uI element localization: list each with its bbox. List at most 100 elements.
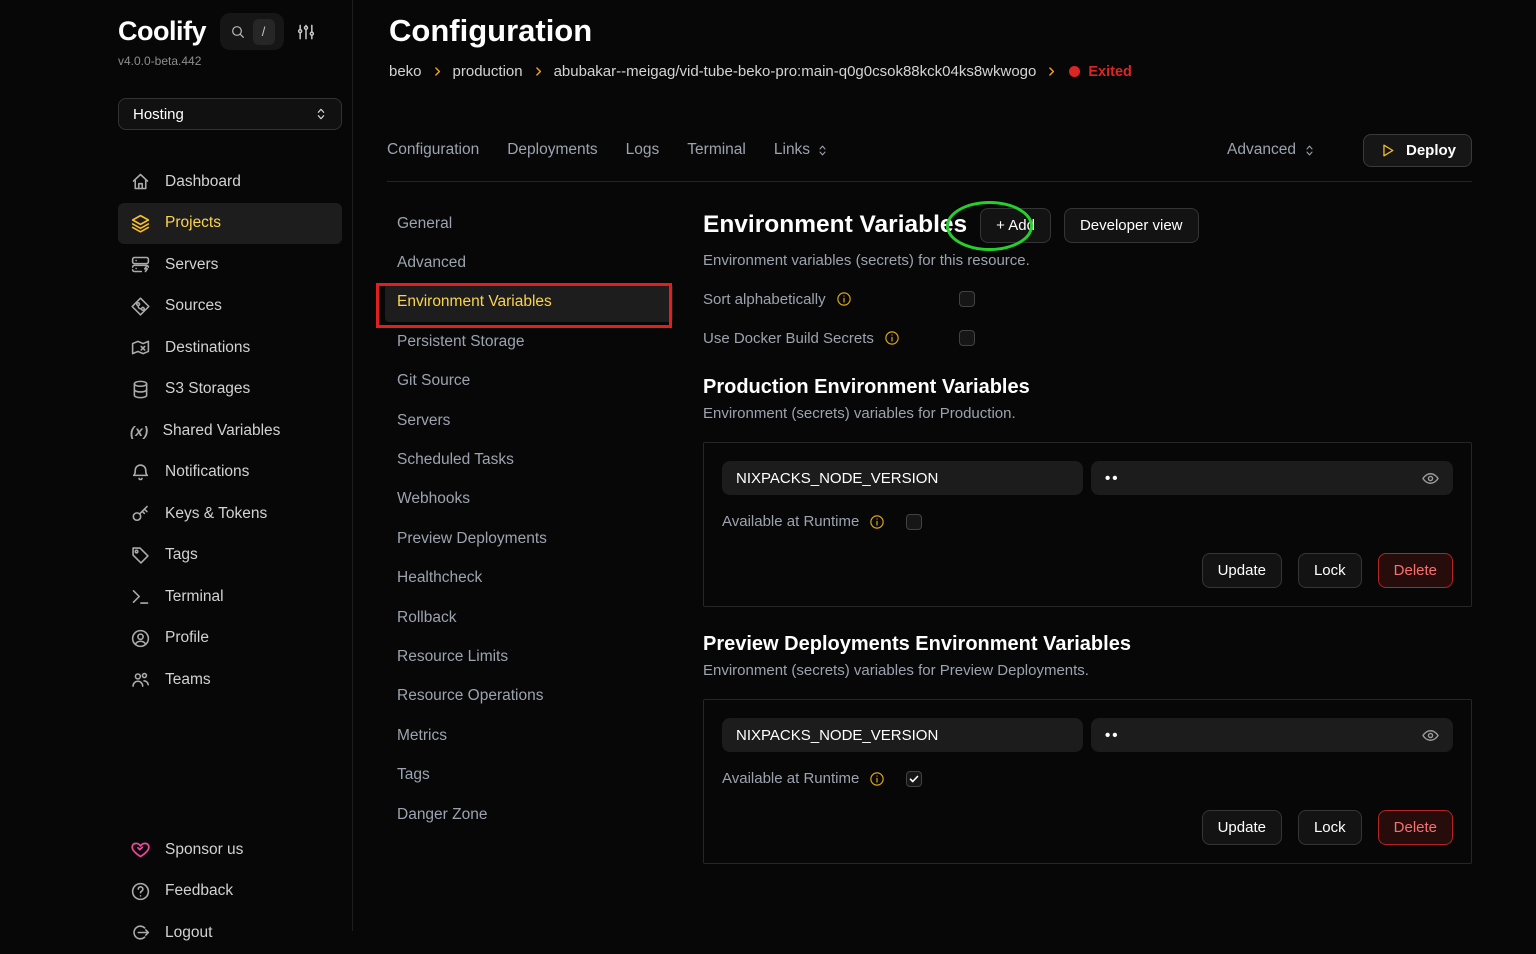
subnav-item-environment-variables[interactable]: Environment Variables xyxy=(385,283,673,322)
tab-links[interactable]: Links xyxy=(774,141,830,159)
sidebar-item-feedback[interactable]: Feedback xyxy=(118,871,342,913)
sidebar-footer-nav: Sponsor us Feedback Logout xyxy=(118,829,342,954)
subnav-item-general[interactable]: General xyxy=(385,204,673,243)
subnav-item-git-source[interactable]: Git Source xyxy=(385,362,673,401)
eye-icon[interactable] xyxy=(1421,726,1440,745)
tag-icon xyxy=(130,545,151,566)
variable-name-input[interactable] xyxy=(722,461,1083,495)
bell-icon xyxy=(130,462,151,483)
sidebar-item-s3-storages[interactable]: S3 Storages xyxy=(118,369,342,411)
sidebar-item-profile[interactable]: Profile xyxy=(118,618,342,660)
developer-view-button[interactable]: Developer view xyxy=(1064,208,1199,243)
sidebar-item-label: Projects xyxy=(165,214,221,232)
subnav-item-webhooks[interactable]: Webhooks xyxy=(385,480,673,519)
available-at-runtime-checkbox[interactable] xyxy=(906,514,922,530)
advanced-dropdown[interactable]: Advanced xyxy=(1227,141,1317,159)
tab-logs[interactable]: Logs xyxy=(626,141,660,159)
subnav-item-advanced[interactable]: Advanced xyxy=(385,243,673,282)
eye-icon[interactable] xyxy=(1421,469,1440,488)
sidebar: Coolify / v4.0.0-beta.442 Hosting Dashbo… xyxy=(0,0,353,931)
status-text: Exited xyxy=(1088,64,1132,80)
available-at-runtime-label: Available at Runtime xyxy=(722,770,859,787)
available-at-runtime-row: Available at Runtime xyxy=(722,770,1453,787)
map-icon xyxy=(130,337,151,358)
sidebar-item-sources[interactable]: Sources xyxy=(118,286,342,328)
subnav-item-healthcheck[interactable]: Healthcheck xyxy=(385,559,673,598)
sort-alphabetically-checkbox[interactable] xyxy=(959,291,975,307)
team-select-value: Hosting xyxy=(133,106,313,123)
preview-section-description: Environment (secrets) variables for Prev… xyxy=(703,662,1472,679)
subnav-item-danger-zone[interactable]: Danger Zone xyxy=(385,795,673,834)
sidebar-item-label: Logout xyxy=(165,924,212,942)
sidebar-item-projects[interactable]: Projects xyxy=(118,203,342,245)
subnav-item-rollback[interactable]: Rollback xyxy=(385,598,673,637)
subnav-item-resource-operations[interactable]: Resource Operations xyxy=(385,677,673,716)
breadcrumb-team[interactable]: beko xyxy=(389,63,422,80)
lock-button[interactable]: Lock xyxy=(1298,810,1362,845)
sidebar-item-label: Teams xyxy=(165,671,211,689)
subnav-item-persistent-storage[interactable]: Persistent Storage xyxy=(385,322,673,361)
subnav-item-tags[interactable]: Tags xyxy=(385,755,673,794)
sliders-icon xyxy=(296,22,316,42)
app-version: v4.0.0-beta.442 xyxy=(118,54,342,68)
docker-build-secrets-checkbox[interactable] xyxy=(959,330,975,346)
sidebar-item-destinations[interactable]: Destinations xyxy=(118,327,342,369)
terminal-icon xyxy=(130,586,151,607)
sidebar-item-keys-tokens[interactable]: Keys & Tokens xyxy=(118,493,342,535)
breadcrumb-resource[interactable]: abubakar--meigag/vid-tube-beko-pro:main-… xyxy=(554,63,1037,80)
sidebar-item-logout[interactable]: Logout xyxy=(118,912,342,954)
info-icon[interactable] xyxy=(836,291,852,307)
sidebar-item-shared-variables[interactable]: (x) Shared Variables xyxy=(118,410,342,452)
add-variable-button[interactable]: + Add xyxy=(980,208,1051,243)
play-icon xyxy=(1379,142,1396,159)
sidebar-item-tags[interactable]: Tags xyxy=(118,535,342,577)
section-description: Environment variables (secrets) for this… xyxy=(703,252,1472,269)
subnav-item-preview-deployments[interactable]: Preview Deployments xyxy=(385,519,673,558)
sidebar-item-terminal[interactable]: Terminal xyxy=(118,576,342,618)
tab-configuration[interactable]: Configuration xyxy=(387,141,479,159)
server-icon xyxy=(130,254,151,275)
tab-terminal[interactable]: Terminal xyxy=(687,141,746,159)
status-badge: Exited xyxy=(1069,64,1132,80)
tab-bar: Configuration Deployments Logs Terminal … xyxy=(387,132,1472,168)
subnav-item-scheduled-tasks[interactable]: Scheduled Tasks xyxy=(385,440,673,479)
update-button[interactable]: Update xyxy=(1202,553,1282,588)
sidebar-item-servers[interactable]: Servers xyxy=(118,244,342,286)
main-content: Environment Variables + Add Developer vi… xyxy=(703,204,1472,864)
chevron-up-down-icon xyxy=(313,106,329,122)
subnav-item-metrics[interactable]: Metrics xyxy=(385,716,673,755)
delete-button[interactable]: Delete xyxy=(1378,810,1453,845)
lock-button[interactable]: Lock xyxy=(1298,553,1362,588)
info-icon[interactable] xyxy=(869,771,885,787)
sort-alphabetically-label: Sort alphabetically xyxy=(703,291,826,308)
update-button[interactable]: Update xyxy=(1202,810,1282,845)
variable-name-input[interactable] xyxy=(722,718,1083,752)
sidebar-item-dashboard[interactable]: Dashboard xyxy=(118,161,342,203)
masked-value: •• xyxy=(1105,470,1120,487)
app-logo: Coolify xyxy=(118,16,206,47)
subnav-item-servers[interactable]: Servers xyxy=(385,401,673,440)
breadcrumb-environment[interactable]: production xyxy=(453,63,523,80)
team-select[interactable]: Hosting xyxy=(118,98,342,130)
git-icon xyxy=(130,296,151,317)
available-at-runtime-row: Available at Runtime xyxy=(722,513,1453,530)
delete-button[interactable]: Delete xyxy=(1378,553,1453,588)
deploy-button[interactable]: Deploy xyxy=(1363,134,1472,167)
variable-value-input[interactable]: •• xyxy=(1091,461,1453,495)
sidebar-item-sponsor[interactable]: Sponsor us xyxy=(118,829,342,871)
subnav-item-resource-limits[interactable]: Resource Limits xyxy=(385,637,673,676)
info-icon[interactable] xyxy=(884,330,900,346)
variable-value-input[interactable]: •• xyxy=(1091,718,1453,752)
settings-sliders-button[interactable] xyxy=(296,22,316,42)
info-icon[interactable] xyxy=(869,514,885,530)
sidebar-item-label: S3 Storages xyxy=(165,380,250,398)
sidebar-item-notifications[interactable]: Notifications xyxy=(118,452,342,494)
sidebar-item-teams[interactable]: Teams xyxy=(118,659,342,701)
status-dot-icon xyxy=(1069,66,1080,77)
available-at-runtime-checkbox[interactable] xyxy=(906,771,922,787)
chevron-up-down-icon xyxy=(815,143,830,158)
sidebar-item-label: Feedback xyxy=(165,882,233,900)
layers-icon xyxy=(130,213,151,234)
global-search-button[interactable]: / xyxy=(220,13,284,50)
tab-deployments[interactable]: Deployments xyxy=(507,141,597,159)
